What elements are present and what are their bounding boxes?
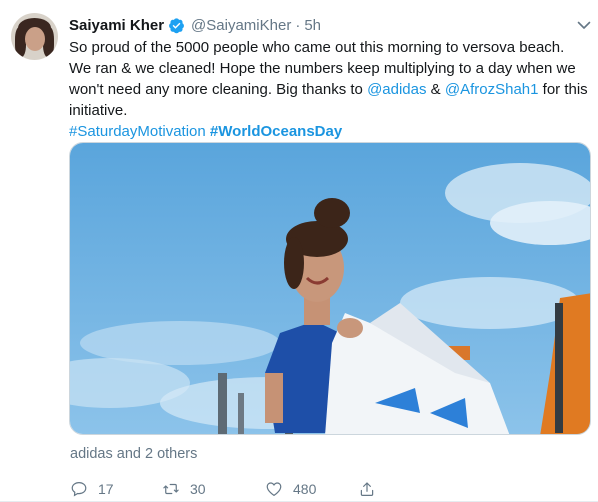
- tweet-text-line: We ran & we cleaned! Hope the numbers ke…: [69, 60, 576, 77]
- share-button[interactable]: [358, 480, 386, 498]
- avatar[interactable]: [11, 13, 58, 60]
- tweet-text-line: initiative.: [69, 102, 128, 119]
- reply-count: 17: [98, 481, 114, 497]
- retweet-button[interactable]: 30: [162, 480, 265, 498]
- author-handle[interactable]: @SaiyamiKher: [191, 17, 291, 34]
- heart-icon: [266, 482, 282, 496]
- mention-adidas[interactable]: @adidas: [367, 81, 426, 98]
- like-button[interactable]: 480: [265, 480, 358, 498]
- reply-button[interactable]: 17: [70, 480, 162, 498]
- hashtag-line: #SaturdayMotivation #WorldOceansDay: [69, 121, 589, 142]
- tweet-text-fragment: for this: [542, 81, 588, 98]
- mention-afrozshah1[interactable]: @AfrozShah1: [445, 81, 539, 98]
- tweet-text-line: So proud of the 5000 people who came out…: [69, 39, 565, 56]
- retweet-icon: [163, 483, 179, 495]
- chevron-down-icon[interactable]: [576, 17, 592, 33]
- tweet-photo[interactable]: [69, 142, 591, 435]
- share-icon: [360, 482, 374, 496]
- tweet-text: So proud of the 5000 people who came out…: [69, 37, 589, 142]
- tweet-text-fragment: won't need any more cleaning. Big thanks…: [69, 81, 363, 98]
- tweet-timestamp[interactable]: 5h: [304, 17, 321, 34]
- retweet-count: 30: [190, 481, 206, 497]
- hashtag-saturdaymotivation[interactable]: #SaturdayMotivation: [69, 123, 206, 140]
- liked-by-text[interactable]: adidas and 2 others: [70, 446, 197, 462]
- like-count: 480: [293, 481, 317, 497]
- tweet-text-line: won't need any more cleaning. Big thanks…: [69, 79, 589, 100]
- reply-icon: [71, 482, 87, 497]
- photo-image: [70, 143, 590, 434]
- tweet-card[interactable]: Saiyami Kher @SaiyamiKher · 5h So proud …: [0, 0, 598, 502]
- hashtag-worldoceansday[interactable]: #WorldOceansDay: [210, 123, 342, 140]
- tweet-text-connector: &: [430, 81, 441, 98]
- action-bar: 17 30 480: [70, 478, 386, 500]
- verified-badge-icon: [169, 17, 184, 33]
- author-name[interactable]: Saiyami Kher: [69, 17, 164, 34]
- separator-dot: ·: [295, 16, 301, 34]
- tweet-header: Saiyami Kher @SaiyamiKher · 5h: [69, 15, 321, 35]
